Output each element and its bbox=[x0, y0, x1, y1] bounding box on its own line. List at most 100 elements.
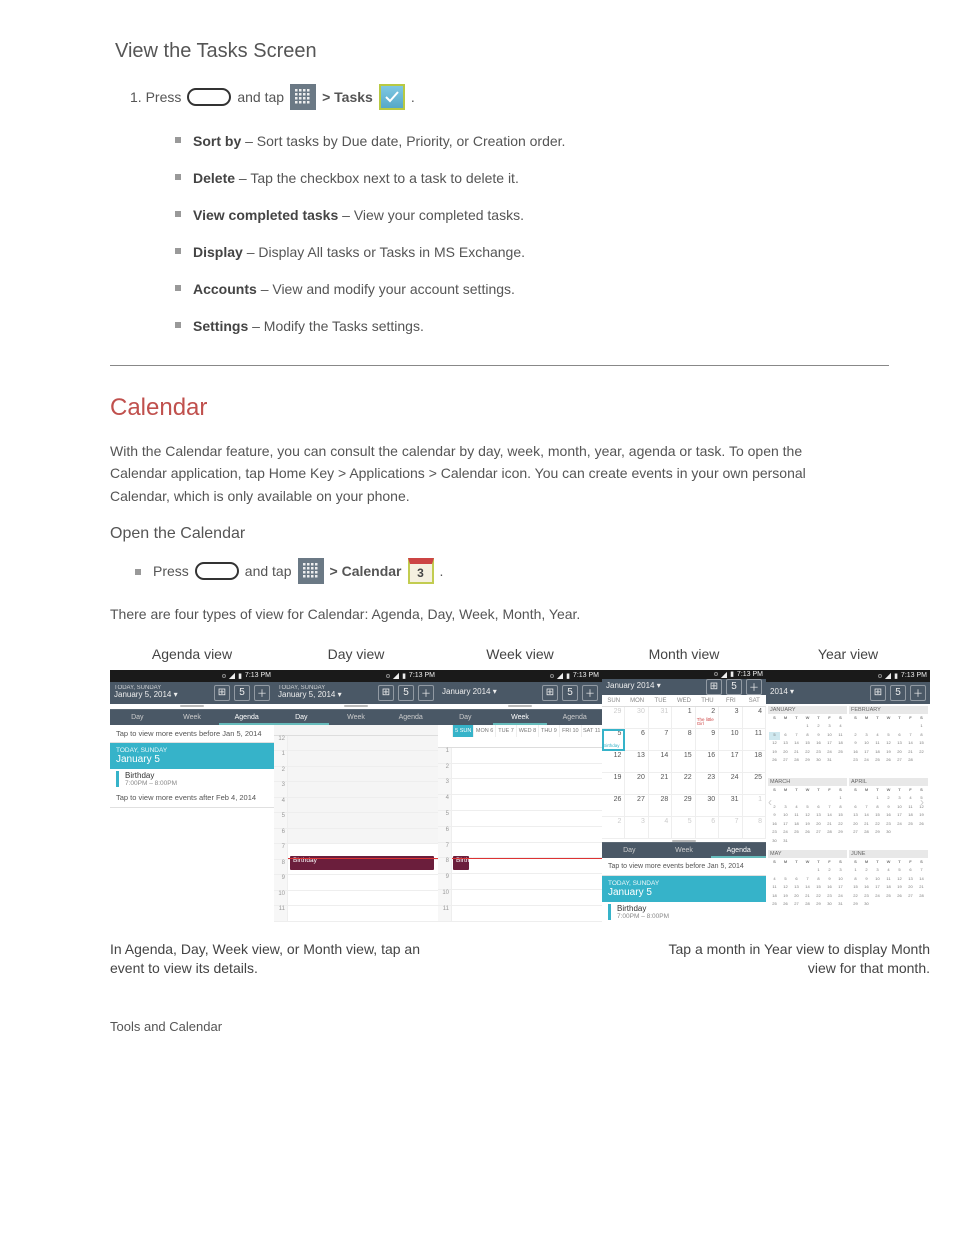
tab-day[interactable]: Day bbox=[438, 710, 493, 725]
add-icon[interactable]: ＋ bbox=[254, 685, 270, 701]
month-cell[interactable]: 2 bbox=[602, 817, 625, 839]
add-icon[interactable]: ＋ bbox=[746, 679, 762, 695]
tab-agenda[interactable]: Agenda bbox=[219, 710, 274, 725]
month-cell[interactable]: 19 bbox=[602, 773, 625, 795]
tab-agenda[interactable]: Agenda bbox=[711, 843, 766, 858]
month-cell[interactable]: 24 bbox=[719, 773, 742, 795]
month-cell[interactable]: 9 bbox=[696, 729, 719, 751]
month-cell[interactable]: 29 bbox=[602, 707, 625, 729]
month-cell[interactable]: 5Birthday bbox=[602, 729, 625, 751]
title[interactable]: TODAY, SUNDAY January 5, 2014 ▾ bbox=[278, 685, 374, 700]
add-icon[interactable]: ＋ bbox=[582, 685, 598, 701]
mini-month[interactable]: APRILSMTWTFS1234567891011121314151617181… bbox=[849, 778, 928, 848]
month-cell[interactable]: 27 bbox=[625, 795, 648, 817]
month-cell[interactable]: 16 bbox=[696, 751, 719, 773]
month-cell[interactable]: 28 bbox=[649, 795, 672, 817]
mini-month[interactable]: MARCHSMTWTFS1234567891011121314151617181… bbox=[768, 778, 847, 848]
week-body[interactable]: 1 2 3 4 5 6 7 8 9 10 11 Birthda bbox=[438, 737, 602, 922]
today-icon[interactable]: 5 bbox=[234, 685, 250, 701]
tab-day[interactable]: Day bbox=[274, 710, 329, 725]
month-cell[interactable]: 29 bbox=[672, 795, 695, 817]
tab-agenda[interactable]: Agenda bbox=[383, 710, 438, 725]
add-icon[interactable]: ＋ bbox=[910, 685, 926, 701]
month-cell[interactable]: 15 bbox=[672, 751, 695, 773]
title[interactable]: TODAY, SUNDAY January 5, 2014 ▾ bbox=[114, 685, 210, 700]
year-grid[interactable]: JANUARYSMTWTFS12345678910111213141516171… bbox=[766, 704, 930, 922]
month-cell[interactable]: 6 bbox=[696, 817, 719, 839]
month-cell[interactable]: 7 bbox=[719, 817, 742, 839]
month-cell[interactable]: 3 bbox=[719, 707, 742, 729]
add-icon[interactable]: ＋ bbox=[418, 685, 434, 701]
wd[interactable]: MON 6 bbox=[473, 725, 494, 737]
wd[interactable]: THU 9 bbox=[538, 725, 559, 737]
next-year-icon[interactable]: › bbox=[920, 796, 928, 808]
month-cell[interactable]: 18 bbox=[743, 751, 766, 773]
mini-month[interactable]: JUNESMTWTFS12345678910111213141516171819… bbox=[849, 850, 928, 920]
month-agenda[interactable]: Tap to view more events before Jan 5, 20… bbox=[602, 858, 766, 922]
month-cell[interactable]: 30 bbox=[696, 795, 719, 817]
agenda-body[interactable]: Tap to view more events before Jan 5, 20… bbox=[110, 725, 274, 922]
month-cell[interactable]: 31 bbox=[719, 795, 742, 817]
month-cell[interactable]: 7 bbox=[649, 729, 672, 751]
wd[interactable]: WED 8 bbox=[516, 725, 537, 737]
month-cell[interactable]: 2The little Girl bbox=[696, 707, 719, 729]
month-cell[interactable]: 21 bbox=[649, 773, 672, 795]
month-cell[interactable]: 26 bbox=[602, 795, 625, 817]
tab-week[interactable]: Week bbox=[657, 843, 712, 858]
title[interactable]: 2014 ▾ bbox=[770, 688, 866, 697]
month-cell[interactable]: 11 bbox=[743, 729, 766, 751]
view-grid-icon[interactable]: ⊞ bbox=[542, 685, 558, 701]
agenda-event[interactable]: Birthday 7:00PM – 8:00PM bbox=[608, 904, 760, 920]
month-cell[interactable]: 1 bbox=[743, 795, 766, 817]
month-cell[interactable]: 22 bbox=[672, 773, 695, 795]
month-cell[interactable]: 4 bbox=[743, 707, 766, 729]
wd[interactable]: SAT 11 bbox=[581, 725, 602, 737]
wd[interactable]: 5 SUN bbox=[452, 725, 473, 737]
agenda-before[interactable]: Tap to view more events before Jan 5, 20… bbox=[110, 725, 274, 744]
today-icon[interactable]: 5 bbox=[726, 679, 742, 695]
wd[interactable]: TUE 7 bbox=[495, 725, 516, 737]
month-cell[interactable]: 3 bbox=[625, 817, 648, 839]
view-grid-icon[interactable]: ⊞ bbox=[214, 685, 230, 701]
tab-week[interactable]: Week bbox=[329, 710, 384, 725]
month-cell[interactable]: 12 bbox=[602, 751, 625, 773]
tab-day[interactable]: Day bbox=[110, 710, 165, 725]
month-cell[interactable]: 23 bbox=[696, 773, 719, 795]
agenda-event[interactable]: Birthday 7:00PM – 8:00PM bbox=[116, 771, 268, 787]
tab-agenda[interactable]: Agenda bbox=[547, 710, 602, 725]
title[interactable]: January 2014 ▾ bbox=[606, 682, 702, 691]
agenda-after[interactable]: Tap to view more events after Feb 4, 201… bbox=[110, 789, 274, 808]
wd[interactable]: FRI 10 bbox=[559, 725, 580, 737]
tab-week[interactable]: Week bbox=[493, 710, 548, 725]
view-grid-icon[interactable]: ⊞ bbox=[870, 685, 886, 701]
month-cell[interactable]: 31 bbox=[649, 707, 672, 729]
month-grid[interactable]: 29303112The little Girl345Birthday678910… bbox=[602, 707, 766, 839]
month-cell[interactable]: 5 bbox=[672, 817, 695, 839]
month-cell[interactable]: 1 bbox=[672, 707, 695, 729]
today-icon[interactable]: 5 bbox=[562, 685, 578, 701]
prev-year-icon[interactable]: ‹ bbox=[768, 796, 776, 808]
month-cell[interactable]: 8 bbox=[743, 817, 766, 839]
month-cell[interactable]: 17 bbox=[719, 751, 742, 773]
month-cell[interactable]: 13 bbox=[625, 751, 648, 773]
today-icon[interactable]: 5 bbox=[890, 685, 906, 701]
month-cell[interactable]: 10 bbox=[719, 729, 742, 751]
view-grid-icon[interactable]: ⊞ bbox=[378, 685, 394, 701]
month-cell[interactable]: 20 bbox=[625, 773, 648, 795]
month-cell[interactable]: 8 bbox=[672, 729, 695, 751]
mini-month[interactable]: FEBRUARYSMTWTFS1234567891011121314151617… bbox=[849, 706, 928, 776]
title[interactable]: January 2014 ▾ bbox=[442, 688, 538, 697]
month-cell[interactable]: 30 bbox=[625, 707, 648, 729]
month-cell[interactable]: 6 bbox=[625, 729, 648, 751]
month-cell[interactable]: 25 bbox=[743, 773, 766, 795]
tab-day[interactable]: Day bbox=[602, 843, 657, 858]
month-cell[interactable]: 4 bbox=[649, 817, 672, 839]
today-icon[interactable]: 5 bbox=[398, 685, 414, 701]
agenda-before[interactable]: Tap to view more events before Jan 5, 20… bbox=[602, 858, 766, 876]
view-grid-icon[interactable]: ⊞ bbox=[706, 679, 722, 695]
mini-month[interactable]: JANUARYSMTWTFS12345678910111213141516171… bbox=[768, 706, 847, 776]
tab-week[interactable]: Week bbox=[165, 710, 220, 725]
mini-month[interactable]: MAYSMTWTFS123456789101112131415161718192… bbox=[768, 850, 847, 920]
month-cell[interactable]: 14 bbox=[649, 751, 672, 773]
day-body[interactable]: 12 1 2 3 4 5 6 7 8 9 10 11 Birthday bbox=[274, 725, 438, 922]
